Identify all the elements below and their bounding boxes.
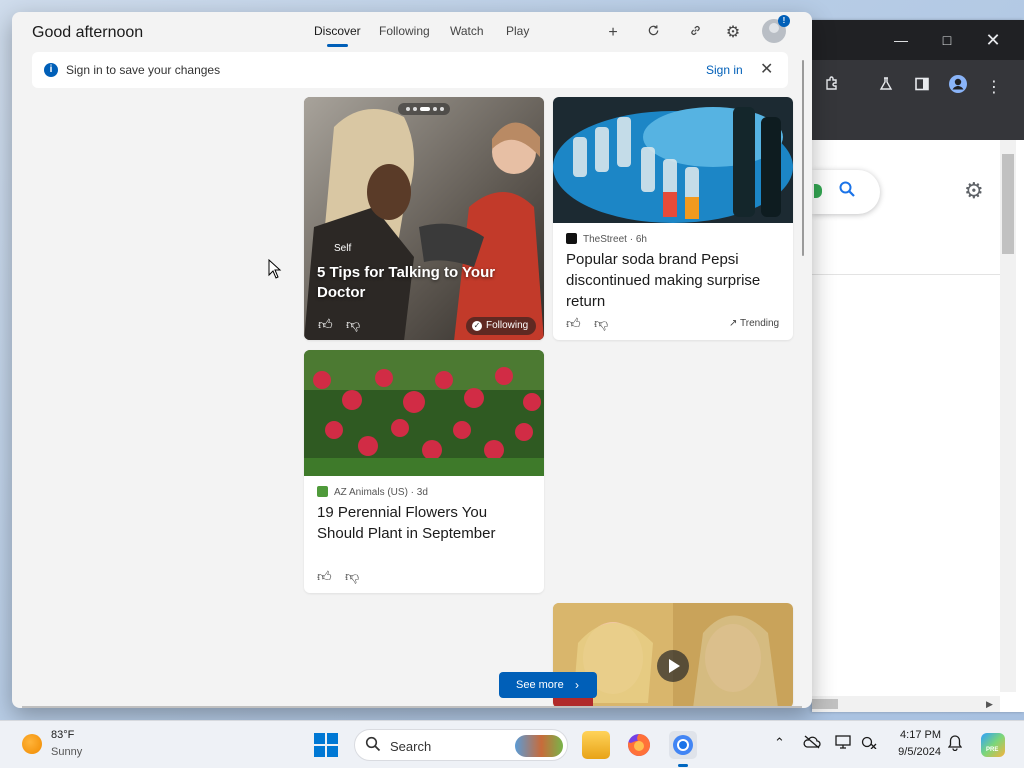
scroll-thumb[interactable]: [812, 699, 838, 709]
clock-date[interactable]: 9/5/2024: [885, 746, 941, 758]
chrome-toolbar: ⋮: [812, 60, 1024, 140]
chrome-profile-icon[interactable]: [944, 74, 972, 102]
following-label: Following: [486, 320, 529, 331]
avatar-head: [769, 23, 779, 33]
add-icon[interactable]: +: [602, 22, 624, 44]
file-explorer-icon[interactable]: [582, 731, 610, 759]
card-category: Self: [334, 243, 352, 254]
article-age: 6h: [635, 234, 647, 245]
page-divider: [812, 274, 1002, 275]
clock-time[interactable]: 4:17 PM: [893, 729, 941, 741]
settings-icon[interactable]: ⚙: [722, 22, 744, 44]
source-name: AZ Animals (US): [334, 487, 408, 498]
chrome-title-bar: — □ ✕: [812, 20, 1024, 60]
search-icon: [365, 736, 381, 756]
side-panel-icon[interactable]: [908, 74, 936, 102]
labs-flask-icon[interactable]: [872, 74, 900, 102]
carousel-pager[interactable]: [398, 103, 450, 115]
minimize-button[interactable]: —: [886, 28, 916, 52]
dislike-icon[interactable]: 👎︎: [346, 316, 360, 333]
tab-play[interactable]: Play: [506, 24, 529, 38]
extensions-icon[interactable]: [818, 74, 846, 102]
card-title[interactable]: 19 Perennial Flowers You Should Plant in…: [317, 502, 535, 544]
taskbar: 83°F Sunny Search ⌃ 4:17 PM 9/5/2024 PRE: [0, 720, 1024, 768]
dislike-icon[interactable]: 👎︎: [594, 315, 608, 332]
signin-link[interactable]: Sign in: [706, 63, 743, 77]
dislike-icon[interactable]: 👎︎: [345, 568, 359, 585]
greeting-title: Good afternoon: [32, 24, 144, 41]
chrome-menu-icon[interactable]: ⋮: [980, 74, 1008, 102]
onedrive-offline-icon[interactable]: [803, 735, 821, 752]
card-title[interactable]: 5 Tips for Talking to Your Doctor: [317, 263, 517, 303]
info-icon: i: [44, 63, 58, 77]
card-source: AZ Animals (US) · 3d: [317, 486, 428, 498]
firefox-icon[interactable]: [625, 731, 653, 759]
news-card-pepsi[interactable]: TheStreet · 6h Popular soda brand Pepsi …: [553, 97, 793, 340]
panel-horizontal-scrollbar[interactable]: [22, 706, 802, 708]
scroll-thumb[interactable]: [1002, 154, 1014, 254]
trending-label: Trending: [740, 318, 780, 329]
google-settings-icon[interactable]: ⚙: [964, 178, 984, 204]
close-icon[interactable]: ✕: [760, 59, 773, 79]
search-label: Search: [390, 739, 432, 754]
chevron-up-icon[interactable]: ⌃: [774, 735, 785, 751]
google-search-box[interactable]: [812, 170, 880, 214]
source-name: TheStreet: [583, 234, 627, 245]
taskbar-search[interactable]: Search: [354, 729, 568, 761]
card-title[interactable]: Popular soda brand Pepsi discontinued ma…: [566, 249, 784, 312]
card-image: [304, 97, 544, 340]
tab-watch[interactable]: Watch: [450, 24, 484, 38]
link-icon[interactable]: [684, 22, 706, 44]
news-card-flowers[interactable]: AZ Animals (US) · 3d 19 Perennial Flower…: [304, 350, 544, 593]
copilot-badge: PRE: [986, 747, 999, 753]
profile-icon[interactable]: !: [762, 15, 790, 43]
chrome-vertical-scrollbar[interactable]: [1000, 140, 1016, 692]
profile-badge: !: [778, 15, 790, 27]
trending-icon: ↗: [729, 318, 738, 329]
network-icon[interactable]: [861, 735, 877, 752]
mouse-cursor-icon: [268, 259, 282, 279]
signin-banner: i Sign in to save your changes Sign in ✕: [32, 52, 788, 88]
check-icon: ✓: [472, 321, 482, 331]
weather-temp[interactable]: 83°F: [51, 729, 74, 741]
card-image: [304, 350, 544, 476]
google-logo-fragment: [814, 184, 822, 198]
tab-following[interactable]: Following: [379, 24, 430, 38]
close-window-button[interactable]: ✕: [978, 28, 1008, 52]
chrome-horizontal-scrollbar[interactable]: ▶: [812, 696, 1000, 712]
notification-bell-icon[interactable]: [947, 735, 963, 754]
chrome-taskbar-icon[interactable]: [669, 731, 697, 767]
source-logo-icon: [566, 233, 577, 244]
windows-start-icon[interactable]: [314, 733, 338, 757]
source-logo-icon: [317, 486, 328, 497]
news-card-doctor[interactable]: Self 5 Tips for Talking to Your Doctor 👍…: [304, 97, 544, 340]
refresh-icon[interactable]: [642, 22, 664, 44]
weather-desc[interactable]: Sunny: [51, 746, 82, 758]
card-source: TheStreet · 6h: [566, 233, 647, 245]
chrome-window: — □ ✕ ⋮ ⚙ ▶: [812, 20, 1024, 712]
like-icon[interactable]: 👍︎: [317, 568, 332, 585]
banner-message: Sign in to save your changes: [66, 63, 221, 77]
following-badge[interactable]: ✓ Following: [466, 317, 537, 335]
scroll-right-arrow-icon[interactable]: ▶: [986, 696, 993, 712]
article-age: 3d: [416, 487, 428, 498]
play-icon[interactable]: [657, 650, 689, 682]
trending-badge: ↗ Trending: [729, 318, 779, 329]
like-icon[interactable]: 👍︎: [318, 316, 333, 333]
sun-weather-icon[interactable]: [22, 734, 42, 754]
maximize-button[interactable]: □: [932, 28, 962, 52]
chrome-page: ⚙ ▶: [812, 140, 1024, 712]
display-icon[interactable]: [835, 735, 851, 752]
card-image: [553, 97, 793, 223]
widgets-panel: Good afternoon Discover Following Watch …: [12, 12, 812, 708]
copilot-icon[interactable]: PRE: [981, 733, 1005, 757]
see-more-label: See more: [516, 679, 564, 691]
tab-discover[interactable]: Discover: [314, 24, 361, 47]
see-more-button[interactable]: See more ›: [499, 672, 597, 698]
panel-scrollbar[interactable]: [802, 60, 804, 256]
search-highlight-icon: [515, 735, 563, 757]
like-icon[interactable]: 👍︎: [566, 315, 581, 332]
google-search-icon[interactable]: [838, 180, 856, 203]
chevron-right-icon: ›: [575, 678, 579, 692]
